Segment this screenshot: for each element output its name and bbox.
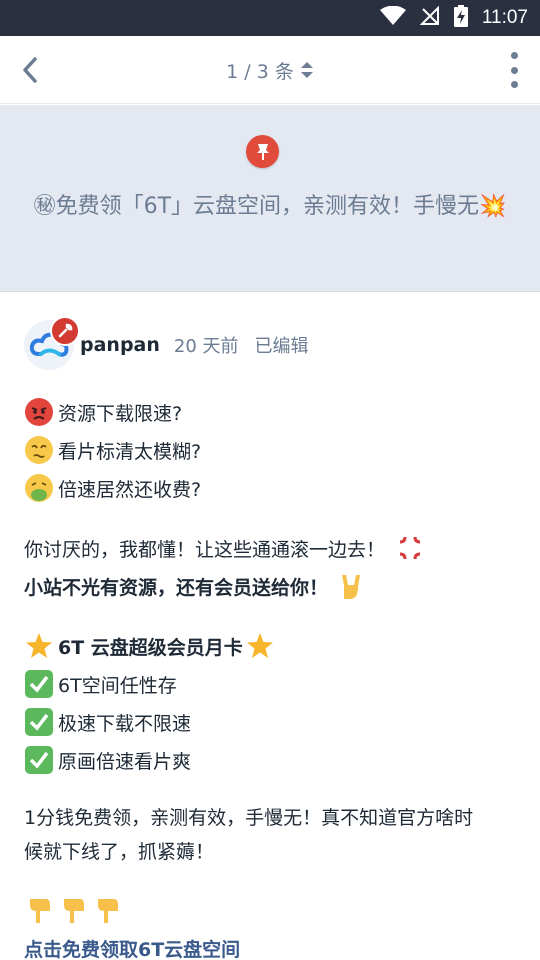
sort-arrows-icon (300, 62, 313, 78)
more-options-button[interactable] (504, 52, 524, 88)
feature-text: 原画倍速看片爽 (58, 750, 192, 773)
cta-link[interactable]: 点击免费领取6T云盘空间 (24, 935, 240, 960)
post-content: 资源下载限速? 看片标清太模糊? 倍速居然还收费? 你讨厌的，我都懂！让这些通通… (24, 393, 520, 960)
pin-icon (246, 135, 279, 168)
wifi-icon (379, 5, 406, 30)
avatar[interactable] (24, 316, 80, 370)
question-text: 看片标清太模糊? (58, 440, 202, 463)
check-mark-icon (25, 746, 53, 774)
dizzy-face-icon (25, 436, 53, 464)
list-item: 极速下载不限速 (24, 703, 520, 741)
no-signal-icon (419, 5, 440, 30)
glowing-star-icon (246, 633, 273, 658)
more-dot-icon (510, 81, 518, 88)
glowing-star-icon (26, 633, 52, 658)
edited-label[interactable]: 已编辑 (255, 332, 309, 358)
offer-title-line: 6T 云盘超级会员月卡 (24, 627, 520, 665)
check-mark-icon (25, 670, 53, 698)
list-item: 资源下载限速? (24, 393, 520, 431)
promo-line: 小站不光有资源，还有会员送给你！ (24, 567, 520, 605)
pointing-down-icon (64, 899, 84, 923)
rant-text: 你讨厌的，我都懂！让这些通通滚一边去！ (24, 538, 386, 561)
more-dot-icon (510, 52, 518, 59)
more-dot-icon (510, 66, 518, 74)
closing-paragraph: 1分钱免费领，亲测有效，手慢无！真不知道官方啥时 候就下线了，抓紧薅！ (24, 801, 520, 869)
pager[interactable]: 1 / 3 条 (0, 36, 540, 104)
clock: 11:07 (481, 7, 528, 28)
closing-line: 1分钱免费领，亲测有效，手慢无！真不知道官方啥时 (24, 807, 474, 829)
list-item: 原画倍速看片爽 (24, 741, 520, 779)
list-item: 倍速居然还收费? (24, 469, 520, 507)
author-row: panpan 20 天前 已编辑 (24, 315, 309, 375)
list-item: 6T空间任性存 (24, 665, 520, 703)
pointing-hands-row (24, 891, 520, 929)
feature-text: 极速下载不限速 (58, 712, 192, 735)
post-time: 20 天前 (173, 336, 239, 357)
offer-title: 6T 云盘超级会员月卡 (58, 636, 243, 659)
rant-line: 你讨厌的，我都懂！让这些通通滚一边去！ (24, 529, 520, 567)
battery-charging-icon (453, 5, 468, 31)
closing-line: 候就下线了，抓紧薅！ (24, 841, 215, 863)
app-bar: 1 / 3 条 (0, 36, 540, 104)
author-name[interactable]: panpan (80, 334, 160, 356)
list-item: 看片标清太模糊? (24, 431, 520, 469)
pager-label: 1 / 3 条 (226, 60, 294, 83)
rock-on-hand-icon (342, 575, 361, 599)
feature-text: 6T空间任性存 (58, 674, 177, 697)
promo-text: 小站不光有资源，还有会员送给你！ (24, 576, 329, 599)
anger-symbol-icon (399, 536, 421, 560)
post: panpan 20 天前 已编辑 资源下载限速? 看片标清太模糊? 倍速居然还收… (0, 293, 540, 960)
check-mark-icon (25, 708, 53, 736)
cta-line: 点击免费领取6T云盘空间 (24, 929, 520, 960)
question-text: 资源下载限速? (58, 402, 183, 425)
pointing-down-icon (30, 899, 50, 923)
pointing-down-icon (98, 899, 118, 923)
pinned-post-title[interactable]: ㊙免费领「6T」云盘空间，亲测有效！手慢无💥 (24, 190, 516, 224)
status-bar: 11:07 (0, 0, 540, 36)
vomiting-face-icon (25, 474, 53, 502)
question-text: 倍速居然还收费? (58, 478, 202, 501)
angry-face-icon (25, 398, 53, 426)
wrench-icon (50, 316, 80, 346)
